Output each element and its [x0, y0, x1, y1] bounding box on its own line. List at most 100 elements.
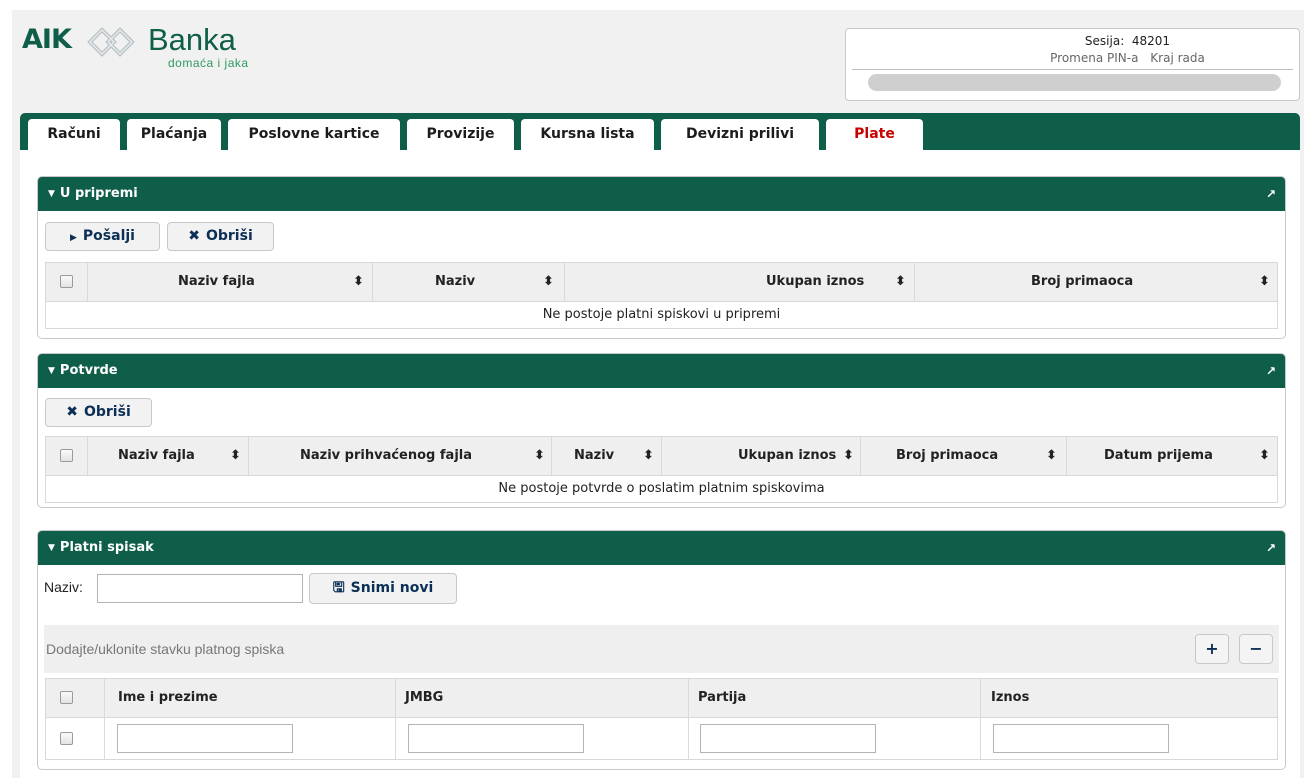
send-button[interactable]: ▶ Pošalji	[45, 222, 160, 251]
sort-icon[interactable]: ⬍	[1046, 437, 1057, 475]
tab-poslovne-kartice[interactable]: Poslovne kartice	[228, 119, 400, 150]
expand-arrow-icon[interactable]: ↗	[1266, 531, 1276, 565]
empty-message: Ne postoje platni spiskovi u pripremi	[45, 302, 1278, 329]
iznos-input[interactable]	[993, 724, 1169, 753]
add-row-button[interactable]: +	[1195, 634, 1229, 664]
empty-message: Ne postoje potvrde o poslatim platnim sp…	[45, 476, 1278, 503]
sort-icon[interactable]: ⬍	[543, 263, 554, 301]
column-naziv[interactable]: Naziv	[574, 437, 634, 475]
name-input[interactable]	[97, 574, 303, 603]
tab-racuni[interactable]: Računi	[28, 119, 120, 150]
tab-kursna-lista[interactable]: Kursna lista	[521, 119, 654, 150]
column-datum-prijema[interactable]: Datum prijema	[1104, 437, 1234, 475]
column-label: Ukupan iznos	[766, 274, 865, 289]
session-links: Promena PIN-a Kraj rada	[846, 51, 1299, 65]
column-label: Naziv fajla	[178, 274, 255, 289]
panel-platni-spisak: ▼ Platni spisak ↗ Naziv: 🖫 Snimi novi Doda…	[37, 530, 1286, 770]
delete-button-label: Obriši	[83, 404, 131, 420]
caret-down-icon: ▼	[48, 543, 55, 553]
sort-icon[interactable]: ⬍	[230, 437, 241, 475]
name-label: Naziv:	[44, 579, 83, 595]
ime-i-prezime-input[interactable]	[117, 724, 293, 753]
play-triangle-icon: ▶	[70, 233, 77, 243]
column-label: Naziv	[435, 274, 476, 289]
tab-devizni-prilivi[interactable]: Devizni prilivi	[661, 119, 819, 150]
logo-tagline: domaća i jaka	[168, 56, 249, 70]
table-row	[45, 718, 1278, 760]
table-header: Naziv fajla ⬍ Naziv ⬍ Ukupan iznos ⬍ Bro…	[45, 262, 1278, 302]
sort-icon[interactable]: ⬍	[643, 437, 654, 475]
column-naziv-fajla[interactable]: Naziv fajla	[118, 437, 238, 475]
session-label: Sesija:	[1084, 34, 1125, 48]
session-box: Sesija: 48201 Promena PIN-a Kraj rada	[845, 28, 1300, 101]
column-ime-i-prezime: Ime i prezime	[118, 690, 218, 705]
content-area: ▼ U pripremi ↗ ▶ Pošalji ✖ Obriši Naziv faj…	[20, 150, 1300, 778]
column-label: Naziv	[574, 448, 615, 463]
expand-arrow-icon[interactable]: ↗	[1266, 177, 1276, 211]
panel-header[interactable]: ▼ Platni spisak ↗	[38, 531, 1285, 565]
column-iznos: Iznos	[991, 690, 1030, 705]
expand-arrow-icon[interactable]: ↗	[1266, 354, 1276, 388]
delete-button-label: Obriši	[205, 228, 253, 244]
panel-potvrde: ▼ Potvrde ↗ ✖ Obriši Naziv fajla ⬍ Naziv p…	[37, 353, 1286, 508]
logo-aik-text: AIK	[22, 24, 72, 55]
jmbg-input[interactable]	[408, 724, 584, 753]
delete-button[interactable]: ✖ Obriši	[45, 398, 152, 427]
panel-title: U pripremi	[59, 186, 138, 201]
save-new-button[interactable]: 🖫 Snimi novi	[309, 573, 457, 604]
column-naziv[interactable]: Naziv	[435, 263, 535, 301]
x-mark-icon: ✖	[188, 228, 200, 244]
change-pin-link[interactable]: Promena PIN-a	[1050, 51, 1138, 65]
sort-icon[interactable]: ⬍	[1259, 263, 1270, 301]
column-label: Naziv prihvaćenog fajla	[300, 448, 473, 463]
column-naziv-prihvacenog-fajla[interactable]: Naziv prihvaćenog fajla	[300, 437, 520, 475]
select-all-checkbox[interactable]	[60, 275, 73, 288]
column-label: Naziv fajla	[118, 448, 195, 463]
session-id: 48201	[1131, 34, 1171, 48]
panel-header[interactable]: ▼ U pripremi ↗	[38, 177, 1285, 211]
column-naziv-fajla[interactable]: Naziv fajla	[178, 263, 378, 301]
partija-input[interactable]	[700, 724, 876, 753]
main-tab-bar: Računi Plaćanja Poslovne kartice Provizi…	[20, 113, 1300, 150]
sort-icon[interactable]: ⬍	[843, 437, 854, 475]
column-jmbg: JMBG	[405, 690, 444, 705]
session-info: Sesija: 48201	[846, 34, 1299, 48]
panel-u-pripremi: ▼ U pripremi ↗ ▶ Pošalji ✖ Obriši Naziv faj…	[37, 176, 1286, 339]
column-broj-primaoca[interactable]: Broj primaoca	[896, 437, 1026, 475]
caret-down-icon: ▼	[48, 366, 55, 376]
bank-logo: AIK Banka domaća i jaka	[22, 22, 282, 76]
logout-link[interactable]: Kraj rada	[1150, 51, 1205, 65]
remove-row-button[interactable]: −	[1239, 634, 1273, 664]
column-partija: Partija	[698, 690, 747, 705]
save-new-button-label: Snimi novi	[350, 580, 434, 596]
logo-banka-text: Banka	[148, 22, 236, 57]
send-button-label: Pošalji	[82, 228, 135, 244]
column-ukupan-iznos[interactable]: Ukupan iznos	[766, 263, 896, 301]
select-all-checkbox[interactable]	[60, 449, 73, 462]
sort-icon[interactable]: ⬍	[534, 437, 545, 475]
table-header: Ime i prezime JMBG Partija Iznos	[45, 678, 1278, 718]
sort-icon[interactable]: ⬍	[353, 263, 364, 301]
column-label: Broj primaoca	[896, 448, 999, 463]
add-remove-label: Dodajte/uklonite stavku platnog spiska	[46, 641, 285, 657]
panel-header[interactable]: ▼ Potvrde ↗	[38, 354, 1285, 388]
page: AIK Banka domaća i jaka Sesija: 48201 Pr…	[0, 0, 1304, 778]
select-all-checkbox[interactable]	[60, 691, 73, 704]
column-broj-primaoca[interactable]: Broj primaoca	[1031, 263, 1171, 301]
logo-mark-icon	[87, 27, 135, 57]
add-remove-bar: Dodajte/uklonite stavku platnog spiska +…	[44, 625, 1279, 673]
sort-icon[interactable]: ⬍	[895, 263, 906, 301]
column-label: Ukupan iznos	[738, 448, 837, 463]
tab-provizije[interactable]: Provizije	[407, 119, 514, 150]
sort-icon[interactable]: ⬍	[1259, 437, 1270, 475]
row-checkbox[interactable]	[60, 732, 73, 745]
caret-down-icon: ▼	[48, 189, 55, 199]
x-mark-icon: ✖	[66, 404, 78, 420]
table-header: Naziv fajla ⬍ Naziv prihvaćenog fajla ⬍ …	[45, 436, 1278, 476]
column-label: Broj primaoca	[1031, 274, 1134, 289]
panel-title: Platni spisak	[59, 540, 154, 555]
tab-plate[interactable]: Plate	[826, 119, 923, 150]
tab-placanja[interactable]: Plaćanja	[127, 119, 221, 150]
session-divider	[852, 69, 1293, 70]
delete-button[interactable]: ✖ Obriši	[167, 222, 274, 251]
